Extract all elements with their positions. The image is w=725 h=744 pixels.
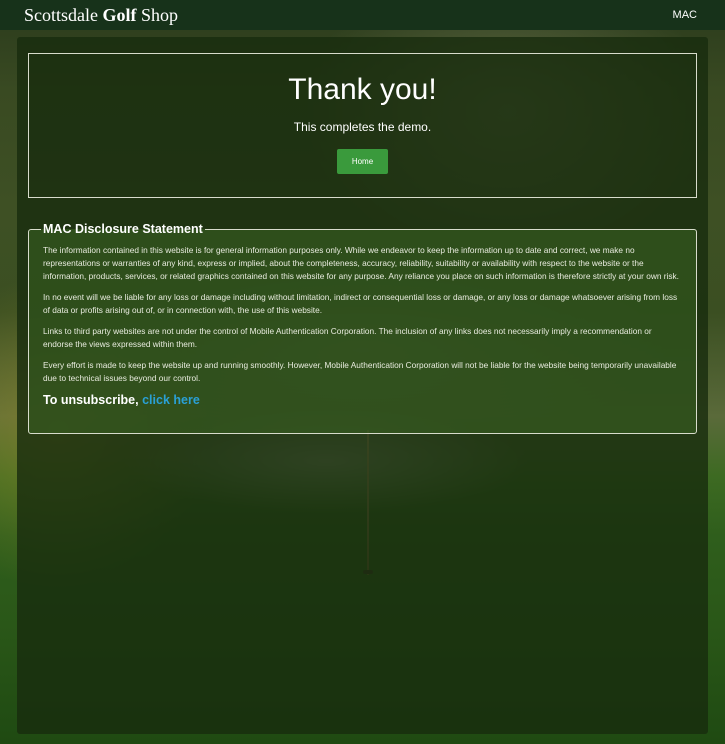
disclosure-paragraph: Links to third party websites are not un… bbox=[43, 326, 652, 349]
brand-strong: Golf bbox=[102, 5, 137, 25]
thank-you-box: Thank you! This completes the demo. Home bbox=[28, 53, 697, 198]
site-header: Scottsdale Golf Shop MAC bbox=[0, 0, 725, 30]
disclosure-paragraph: In no event will we be liable for any lo… bbox=[43, 292, 678, 315]
brand-logo[interactable]: Scottsdale Golf Shop bbox=[24, 6, 178, 24]
unsubscribe-link[interactable]: click here bbox=[142, 393, 200, 407]
unsubscribe-line: To unsubscribe, click here bbox=[43, 393, 682, 407]
brand-prefix: Scottsdale bbox=[24, 5, 103, 25]
unsubscribe-text: To unsubscribe, bbox=[43, 393, 143, 407]
nav-link-mac[interactable]: MAC bbox=[673, 9, 697, 21]
thank-you-title: Thank you! bbox=[288, 73, 437, 106]
home-button[interactable]: Home bbox=[337, 149, 388, 174]
brand-suffix: Shop bbox=[136, 5, 179, 25]
disclosure-paragraph: The information contained in this websit… bbox=[43, 245, 679, 281]
disclosure-paragraph: Every effort is made to keep the website… bbox=[43, 360, 677, 383]
disclosure-legend: MAC Disclosure Statement bbox=[43, 222, 203, 236]
disclosure-statement: MAC Disclosure Statement The information… bbox=[28, 222, 697, 434]
thank-you-subtitle: This completes the demo. bbox=[293, 120, 432, 134]
